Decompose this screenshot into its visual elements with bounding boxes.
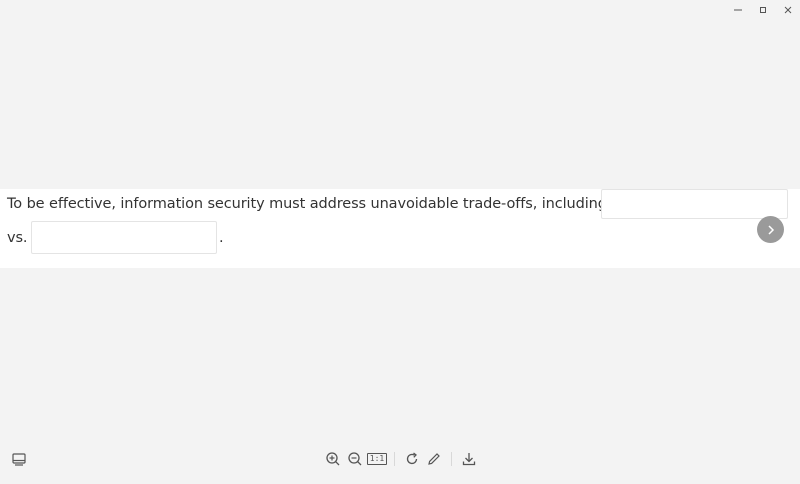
chevron-right-icon [767, 224, 774, 235]
question-text-vs: vs. [7, 230, 28, 246]
zoom-out-icon [348, 452, 362, 466]
edit-button[interactable] [423, 449, 445, 469]
close-icon [784, 6, 791, 14]
zoom-reset-button[interactable]: 1:1 [366, 449, 388, 469]
zoom-reset-icon: 1:1 [366, 453, 388, 465]
panel-toggle-button[interactable] [11, 451, 27, 467]
question-panel: To be effective, information security mu… [0, 189, 800, 268]
maximize-icon [759, 7, 766, 13]
download-icon [462, 453, 476, 466]
close-button[interactable] [775, 0, 800, 20]
toolbar-divider [394, 452, 395, 466]
minimize-button[interactable] [725, 0, 750, 20]
window-controls [725, 0, 800, 20]
edit-icon [428, 453, 440, 465]
maximize-button[interactable] [750, 0, 775, 20]
zoom-in-icon [326, 452, 340, 466]
toolbar-divider [451, 452, 452, 466]
zoom-in-button[interactable] [322, 449, 344, 469]
panel-icon [12, 453, 26, 466]
question-text-line1: To be effective, information security mu… [7, 196, 607, 212]
zoom-out-button[interactable] [344, 449, 366, 469]
question-text-period: . [219, 230, 224, 246]
minimize-icon [733, 9, 742, 11]
next-button[interactable] [757, 216, 784, 243]
rotate-icon [406, 452, 418, 465]
answer-blank-1[interactable] [601, 189, 788, 219]
rotate-button[interactable] [401, 449, 423, 469]
viewer-toolbar: 1:1 [322, 449, 480, 469]
download-button[interactable] [458, 449, 480, 469]
app-window: To be effective, information security mu… [0, 0, 800, 484]
answer-blank-2[interactable] [31, 221, 217, 254]
